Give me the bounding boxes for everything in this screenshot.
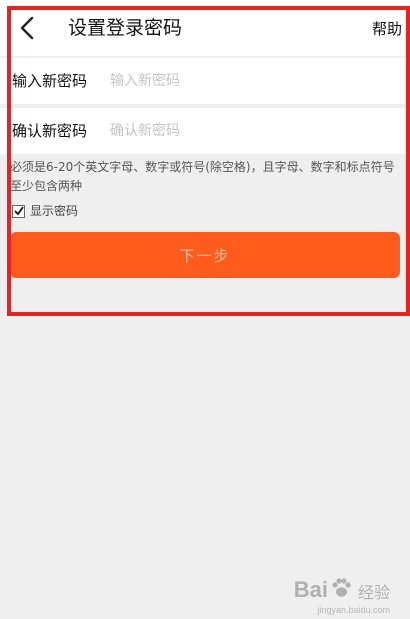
confirm-password-label: 确认新密码 xyxy=(12,122,88,140)
back-button[interactable] xyxy=(14,14,42,42)
chevron-left-icon xyxy=(20,16,34,40)
new-password-input[interactable] xyxy=(104,66,406,96)
show-password-checkbox[interactable] xyxy=(12,204,25,218)
show-password-toggle[interactable]: 显示密码 xyxy=(12,201,78,221)
confirm-password-input[interactable] xyxy=(104,116,406,146)
password-rule-hint: 必须是6-20个英文字母、数字或符号(除空格)，且字母、数字和标点符号至少包含两… xyxy=(10,160,395,193)
new-password-row: 输入新密码 xyxy=(0,58,410,104)
baidu-jingyan-watermark: Bai 经验 jingyan.baidu.com xyxy=(293,577,390,615)
show-password-label: 显示密码 xyxy=(30,204,79,218)
page-title: 设置登录密码 xyxy=(68,17,183,39)
next-step-label: 下一步 xyxy=(179,247,231,265)
paw-icon xyxy=(332,578,351,597)
top-bar: 设置登录密码 帮助 xyxy=(0,0,410,56)
watermark-url: jingyan.baidu.com xyxy=(317,605,390,615)
next-step-button[interactable]: 下一步 xyxy=(10,232,400,278)
settings-panel: 设置登录密码 帮助 输入新密码 确认新密码 必须是6-20个英文字母、数字或符号… xyxy=(0,0,410,318)
watermark-brand-prefix: Bai xyxy=(293,577,328,602)
new-password-label: 输入新密码 xyxy=(12,72,88,90)
confirm-password-row: 确认新密码 xyxy=(0,108,410,154)
help-link[interactable]: 帮助 xyxy=(372,18,402,40)
checkmark-icon xyxy=(14,205,24,215)
watermark-brand-suffix: 经验 xyxy=(357,583,390,602)
